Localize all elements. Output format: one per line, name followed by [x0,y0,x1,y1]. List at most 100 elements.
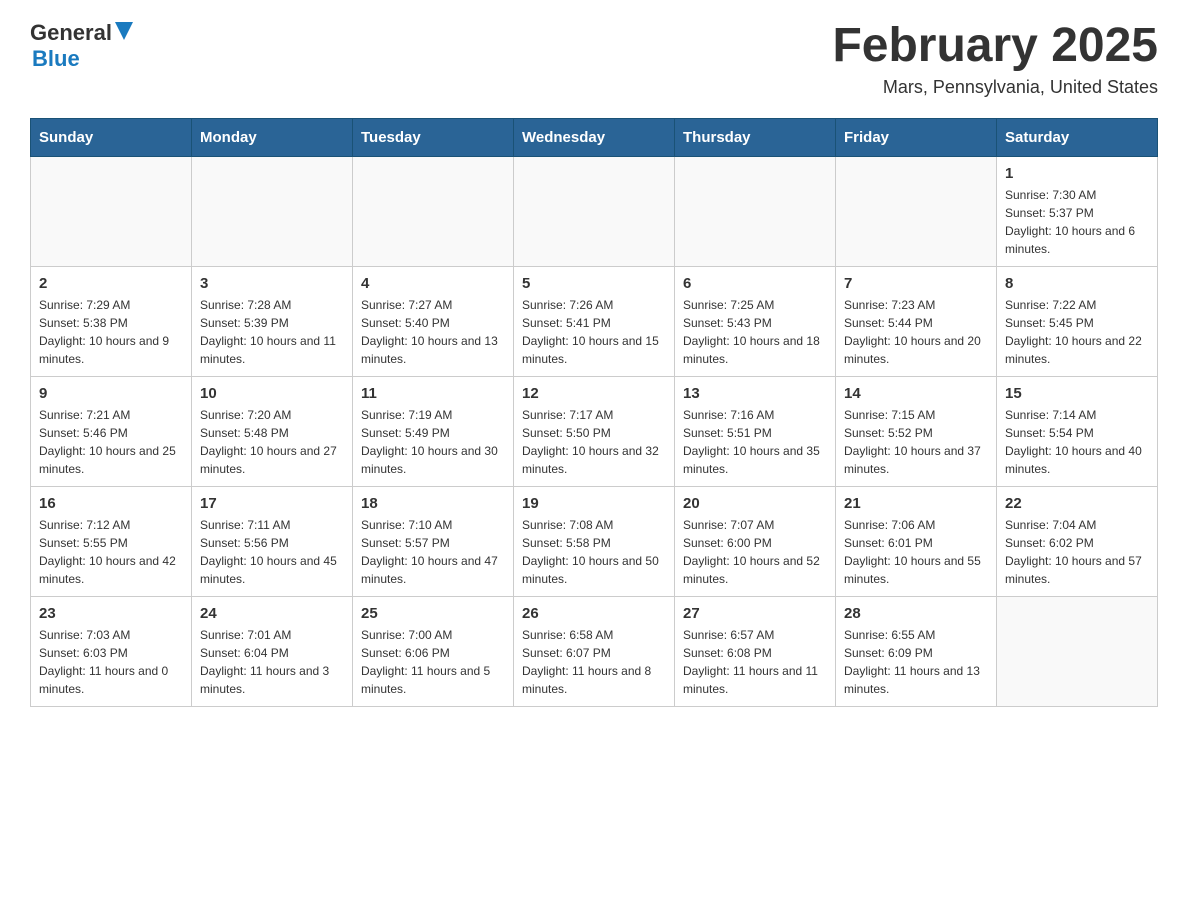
calendar-cell: 17 Sunrise: 7:11 AM Sunset: 5:56 PM Dayli… [192,486,353,596]
calendar-table: SundayMondayTuesdayWednesdayThursdayFrid… [30,118,1158,707]
calendar-cell: 5 Sunrise: 7:26 AM Sunset: 5:41 PM Daylig… [514,266,675,376]
calendar-cell: 2 Sunrise: 7:29 AM Sunset: 5:38 PM Daylig… [31,266,192,376]
day-number: 27 [683,605,827,622]
week-row-1: 1 Sunrise: 7:30 AM Sunset: 5:37 PM Daylig… [31,156,1158,266]
day-number: 23 [39,605,183,622]
logo-blue-text: Blue [32,46,80,72]
day-info: Sunrise: 7:00 AM Sunset: 6:06 PM Dayligh… [361,626,505,698]
weekday-header-wednesday: Wednesday [514,118,675,156]
day-number: 8 [1005,275,1149,292]
day-info: Sunrise: 7:29 AM Sunset: 5:38 PM Dayligh… [39,296,183,368]
calendar-cell: 9 Sunrise: 7:21 AM Sunset: 5:46 PM Daylig… [31,376,192,486]
day-info: Sunrise: 7:25 AM Sunset: 5:43 PM Dayligh… [683,296,827,368]
day-info: Sunrise: 6:58 AM Sunset: 6:07 PM Dayligh… [522,626,666,698]
day-info: Sunrise: 7:08 AM Sunset: 5:58 PM Dayligh… [522,516,666,588]
calendar-cell: 7 Sunrise: 7:23 AM Sunset: 5:44 PM Daylig… [836,266,997,376]
month-title: February 2025 [832,20,1158,73]
day-info: Sunrise: 7:14 AM Sunset: 5:54 PM Dayligh… [1005,406,1149,478]
calendar-cell [31,156,192,266]
day-info: Sunrise: 6:57 AM Sunset: 6:08 PM Dayligh… [683,626,827,698]
calendar-cell: 16 Sunrise: 7:12 AM Sunset: 5:55 PM Dayli… [31,486,192,596]
day-number: 20 [683,495,827,512]
calendar-cell [675,156,836,266]
day-number: 10 [200,385,344,402]
calendar-cell: 27 Sunrise: 6:57 AM Sunset: 6:08 PM Dayli… [675,596,836,706]
day-info: Sunrise: 7:12 AM Sunset: 5:55 PM Dayligh… [39,516,183,588]
day-info: Sunrise: 7:10 AM Sunset: 5:57 PM Dayligh… [361,516,505,588]
day-number: 16 [39,495,183,512]
weekday-header-monday: Monday [192,118,353,156]
calendar-cell [514,156,675,266]
day-number: 1 [1005,165,1149,182]
calendar-cell [353,156,514,266]
calendar-cell: 11Sunrise: 7:19 AM Sunset: 5:49 PM Dayli… [353,376,514,486]
day-info: Sunrise: 7:17 AM Sunset: 5:50 PM Dayligh… [522,406,666,478]
day-number: 14 [844,385,988,402]
title-area: February 2025 Mars, Pennsylvania, United… [832,20,1158,98]
location-text: Mars, Pennsylvania, United States [832,77,1158,98]
day-info: Sunrise: 7:01 AM Sunset: 6:04 PM Dayligh… [200,626,344,698]
calendar-cell: 1 Sunrise: 7:30 AM Sunset: 5:37 PM Daylig… [997,156,1158,266]
day-number: 15 [1005,385,1149,402]
calendar-cell [836,156,997,266]
day-info: Sunrise: 7:16 AM Sunset: 5:51 PM Dayligh… [683,406,827,478]
day-number: 19 [522,495,666,512]
week-row-2: 2 Sunrise: 7:29 AM Sunset: 5:38 PM Daylig… [31,266,1158,376]
day-info: Sunrise: 7:03 AM Sunset: 6:03 PM Dayligh… [39,626,183,698]
day-number: 22 [1005,495,1149,512]
calendar-cell: 21 Sunrise: 7:06 AM Sunset: 6:01 PM Dayli… [836,486,997,596]
calendar-body: 1 Sunrise: 7:30 AM Sunset: 5:37 PM Daylig… [31,156,1158,706]
day-number: 28 [844,605,988,622]
day-info: Sunrise: 7:20 AM Sunset: 5:48 PM Dayligh… [200,406,344,478]
day-info: Sunrise: 7:23 AM Sunset: 5:44 PM Dayligh… [844,296,988,368]
weekday-header-thursday: Thursday [675,118,836,156]
day-info: Sunrise: 7:11 AM Sunset: 5:56 PM Dayligh… [200,516,344,588]
calendar-cell: 23 Sunrise: 7:03 AM Sunset: 6:03 PM Dayli… [31,596,192,706]
calendar-cell: 28 Sunrise: 6:55 AM Sunset: 6:09 PM Dayli… [836,596,997,706]
calendar-cell: 22 Sunrise: 7:04 AM Sunset: 6:02 PM Dayli… [997,486,1158,596]
day-info: Sunrise: 7:04 AM Sunset: 6:02 PM Dayligh… [1005,516,1149,588]
day-info: Sunrise: 7:06 AM Sunset: 6:01 PM Dayligh… [844,516,988,588]
weekday-header-row: SundayMondayTuesdayWednesdayThursdayFrid… [31,118,1158,156]
calendar-cell: 8 Sunrise: 7:22 AM Sunset: 5:45 PM Daylig… [997,266,1158,376]
weekday-header-tuesday: Tuesday [353,118,514,156]
logo-general-text: General [30,20,112,46]
logo-triangle-icon [115,22,133,40]
day-number: 11 [361,385,505,402]
calendar-cell: 13 Sunrise: 7:16 AM Sunset: 5:51 PM Dayli… [675,376,836,486]
day-info: Sunrise: 7:15 AM Sunset: 5:52 PM Dayligh… [844,406,988,478]
calendar-cell: 12 Sunrise: 7:17 AM Sunset: 5:50 PM Dayli… [514,376,675,486]
day-number: 26 [522,605,666,622]
day-number: 12 [522,385,666,402]
day-number: 18 [361,495,505,512]
calendar-header: SundayMondayTuesdayWednesdayThursdayFrid… [31,118,1158,156]
day-info: Sunrise: 7:26 AM Sunset: 5:41 PM Dayligh… [522,296,666,368]
calendar-cell [997,596,1158,706]
day-info: Sunrise: 7:22 AM Sunset: 5:45 PM Dayligh… [1005,296,1149,368]
day-number: 21 [844,495,988,512]
weekday-header-friday: Friday [836,118,997,156]
calendar-cell: 19 Sunrise: 7:08 AM Sunset: 5:58 PM Dayli… [514,486,675,596]
calendar-cell [192,156,353,266]
calendar-cell: 4Sunrise: 7:27 AM Sunset: 5:40 PM Daylig… [353,266,514,376]
calendar-cell: 10 Sunrise: 7:20 AM Sunset: 5:48 PM Dayli… [192,376,353,486]
day-number: 7 [844,275,988,292]
day-number: 13 [683,385,827,402]
day-info: Sunrise: 7:21 AM Sunset: 5:46 PM Dayligh… [39,406,183,478]
weekday-header-sunday: Sunday [31,118,192,156]
day-info: Sunrise: 6:55 AM Sunset: 6:09 PM Dayligh… [844,626,988,698]
week-row-3: 9 Sunrise: 7:21 AM Sunset: 5:46 PM Daylig… [31,376,1158,486]
day-info: Sunrise: 7:27 AM Sunset: 5:40 PM Dayligh… [361,296,505,368]
day-number: 9 [39,385,183,402]
weekday-header-saturday: Saturday [997,118,1158,156]
calendar-cell: 26 Sunrise: 6:58 AM Sunset: 6:07 PM Dayli… [514,596,675,706]
day-number: 5 [522,275,666,292]
day-number: 6 [683,275,827,292]
week-row-5: 23 Sunrise: 7:03 AM Sunset: 6:03 PM Dayli… [31,596,1158,706]
calendar-cell: 6 Sunrise: 7:25 AM Sunset: 5:43 PM Daylig… [675,266,836,376]
day-number: 17 [200,495,344,512]
day-info: Sunrise: 7:28 AM Sunset: 5:39 PM Dayligh… [200,296,344,368]
week-row-4: 16 Sunrise: 7:12 AM Sunset: 5:55 PM Dayli… [31,486,1158,596]
day-info: Sunrise: 7:30 AM Sunset: 5:37 PM Dayligh… [1005,186,1149,258]
day-number: 2 [39,275,183,292]
